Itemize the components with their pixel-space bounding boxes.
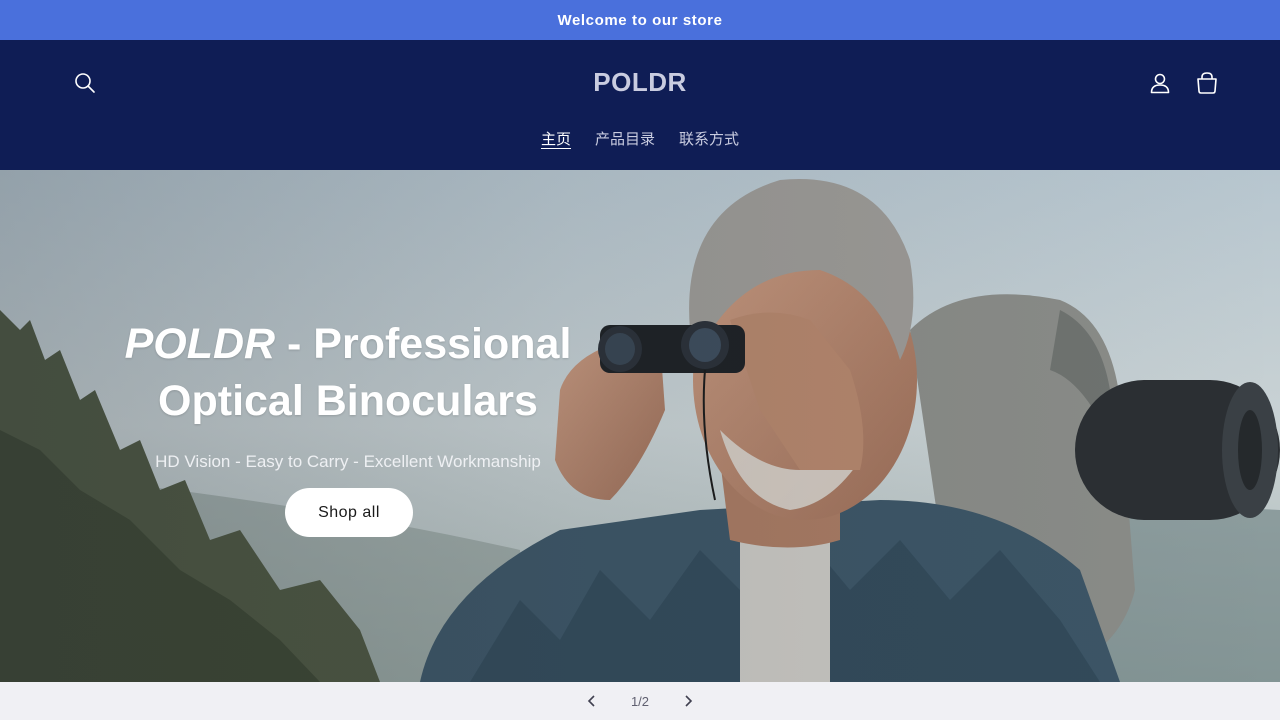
site-logo[interactable]: POLDR — [0, 67, 1280, 98]
hero-title: POLDR - Professional Optical Binoculars — [98, 316, 598, 430]
hero-title-brand: POLDR — [124, 320, 276, 368]
hero-text-block: POLDR - Professional Optical Binoculars … — [98, 316, 598, 472]
nav-item-home[interactable]: 主页 — [541, 128, 571, 149]
site-header: POLDR 主页 产品目录 联系方式 — [0, 40, 1280, 170]
account-icon[interactable] — [1145, 68, 1175, 98]
announcement-text: Welcome to our store — [557, 11, 723, 29]
shop-all-button[interactable]: Shop all — [285, 488, 413, 537]
chevron-right-icon[interactable] — [675, 688, 701, 714]
hero-banner: POLDR - Professional Optical Binoculars … — [0, 170, 1280, 682]
nav-item-catalog[interactable]: 产品目录 — [595, 128, 655, 149]
slide-counter: 1/2 — [630, 693, 650, 709]
slider-controls: 1/2 — [0, 682, 1280, 720]
nav-item-contact[interactable]: 联系方式 — [679, 128, 739, 149]
main-nav: 主页 产品目录 联系方式 — [0, 128, 1280, 149]
chevron-left-icon[interactable] — [579, 688, 605, 714]
cart-icon[interactable] — [1192, 68, 1222, 98]
announcement-bar: Welcome to our store — [0, 0, 1280, 40]
hero-subtitle: HD Vision - Easy to Carry - Excellent Wo… — [155, 452, 541, 471]
